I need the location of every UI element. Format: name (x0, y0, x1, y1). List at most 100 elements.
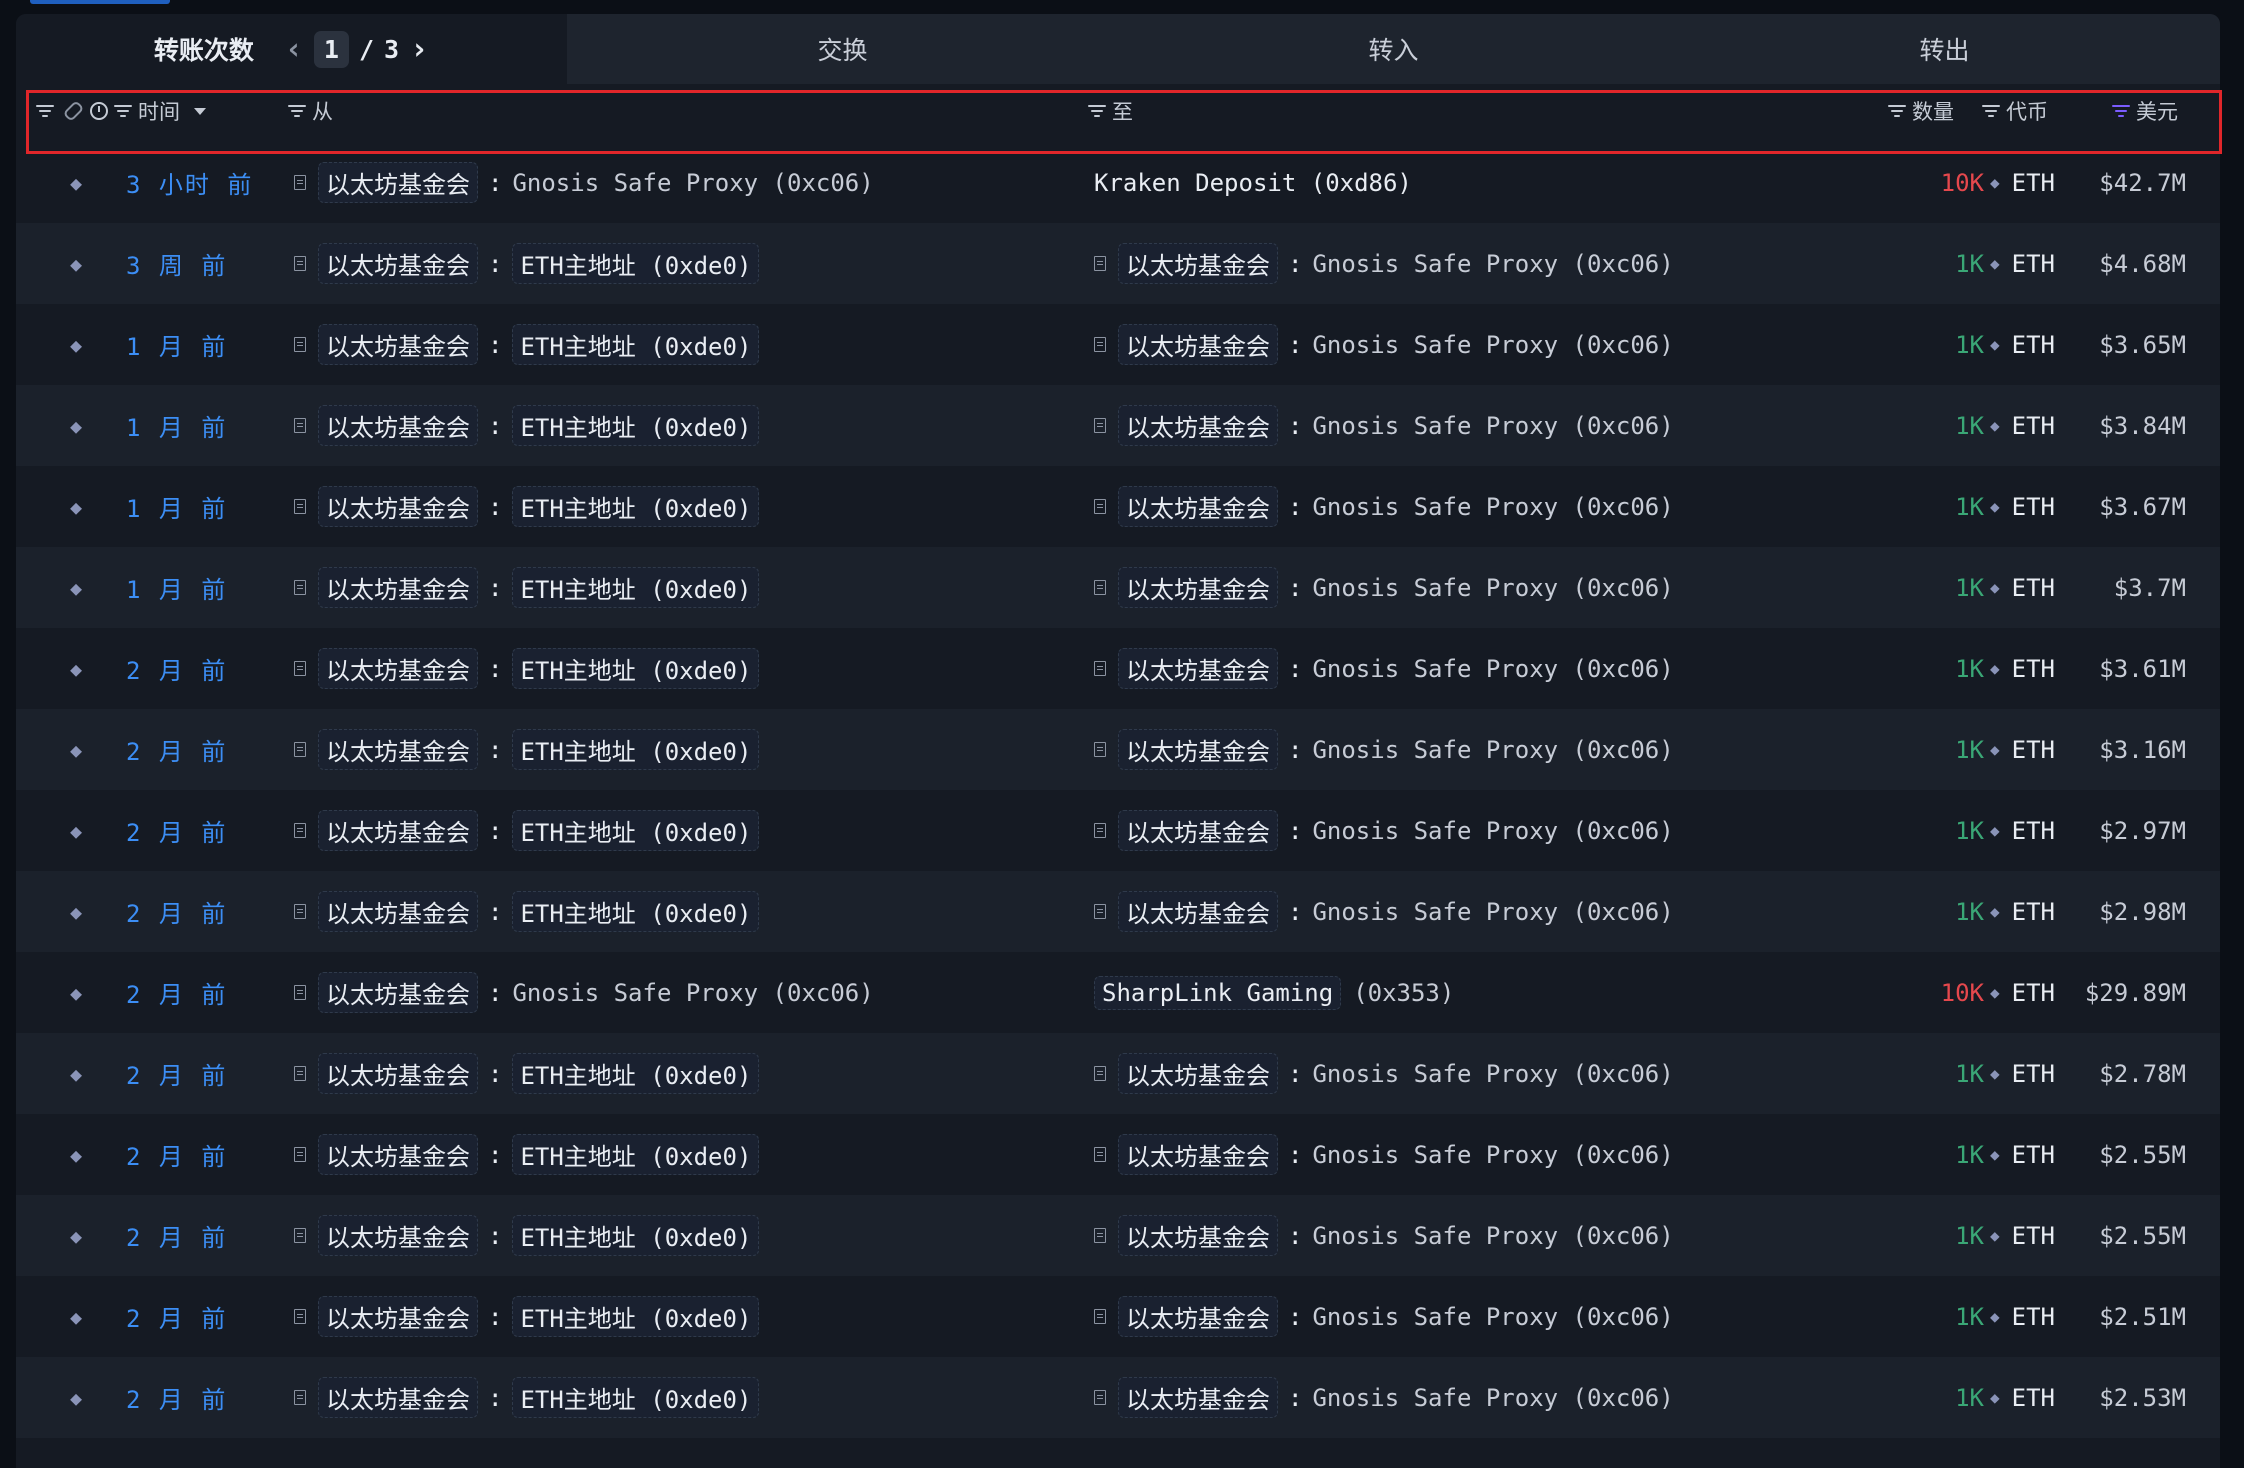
from-entity[interactable]: 以太坊基金会 (318, 1053, 478, 1094)
from-address[interactable]: ETH主地址 (0xde0) (512, 729, 760, 770)
from-address[interactable]: ETH主地址 (0xde0) (512, 1215, 760, 1256)
table-row[interactable]: ◆ 3 小时 前 以太坊基金会: Gnosis Safe Proxy (0xc06) K… (16, 142, 2220, 223)
from-address[interactable]: ETH主地址 (0xde0) (512, 1134, 760, 1175)
to-address[interactable]: Gnosis Safe Proxy (0xc06) (1312, 655, 1673, 683)
from-entity[interactable]: 以太坊基金会 (318, 891, 478, 932)
token-cell[interactable]: ◆ ETH (1990, 628, 2055, 709)
to-address[interactable]: Gnosis Safe Proxy (0xc06) (1312, 412, 1673, 440)
to-address[interactable]: Gnosis Safe Proxy (0xc06) (1312, 493, 1673, 521)
to-address[interactable]: Gnosis Safe Proxy (0xc06) (1312, 574, 1673, 602)
filter-icon[interactable] (288, 104, 306, 118)
time-ago[interactable]: 1 月 前 (126, 547, 227, 628)
time-ago[interactable]: 2 月 前 (126, 871, 227, 952)
from-address[interactable]: ETH主地址 (0xde0) (512, 1053, 760, 1094)
tab-outflow[interactable]: 转出 (1669, 14, 2220, 84)
from-entity[interactable]: 以太坊基金会 (318, 972, 478, 1013)
time-ago[interactable]: 3 小时 前 (126, 142, 253, 223)
table-row[interactable]: ◆ 2 月 前 以太坊基金会: ETH主地址 (0xde0) 以太坊基金会: Gnosis… (16, 1114, 2220, 1195)
from-address[interactable]: ETH主地址 (0xde0) (512, 405, 760, 446)
from-address[interactable]: ETH主地址 (0xde0) (512, 1296, 760, 1337)
token-cell[interactable]: ◆ ETH (1990, 1195, 2055, 1276)
table-row[interactable]: ◆ 2 月 前 以太坊基金会: Gnosis Safe Proxy (0xc06) Sh… (16, 952, 2220, 1033)
tab-swap[interactable]: 交换 (567, 14, 1118, 84)
token-cell[interactable]: ◆ ETH (1990, 1276, 2055, 1357)
token-cell[interactable]: ◆ ETH (1990, 223, 2055, 304)
from-address[interactable]: Gnosis Safe Proxy (0xc06) (512, 169, 873, 197)
to-address[interactable]: Gnosis Safe Proxy (0xc06) (1312, 1060, 1673, 1088)
from-address[interactable]: ETH主地址 (0xde0) (512, 891, 760, 932)
token-cell[interactable]: ◆ ETH (1990, 790, 2055, 871)
time-ago[interactable]: 2 月 前 (126, 628, 227, 709)
table-row[interactable]: ◆ 2 月 前 以太坊基金会: ETH主地址 (0xde0) 以太坊基金会: Gnosis… (16, 871, 2220, 952)
to-entity[interactable]: 以太坊基金会 (1118, 1053, 1278, 1094)
sort-caret-icon[interactable] (194, 107, 206, 115)
header-usd[interactable]: 美元 (2112, 96, 2178, 126)
from-entity[interactable]: 以太坊基金会 (318, 162, 478, 203)
from-entity[interactable]: 以太坊基金会 (318, 1377, 478, 1418)
time-ago[interactable]: 2 月 前 (126, 1114, 227, 1195)
token-cell[interactable]: ◆ ETH (1990, 952, 2055, 1033)
header-to[interactable]: 至 (1088, 96, 1133, 126)
to-entity[interactable]: 以太坊基金会 (1118, 486, 1278, 527)
filter-icon[interactable] (1888, 104, 1906, 118)
filter-icon[interactable] (36, 104, 54, 118)
to-entity[interactable]: 以太坊基金会 (1118, 648, 1278, 689)
table-row[interactable]: ◆ 1 月 前 以太坊基金会: ETH主地址 (0xde0) 以太坊基金会: Gnosis… (16, 466, 2220, 547)
to-address[interactable]: Kraken Deposit (0xd86) (1094, 169, 1412, 197)
to-address[interactable]: Gnosis Safe Proxy (0xc06) (1312, 817, 1673, 845)
time-ago[interactable]: 2 月 前 (126, 1195, 227, 1276)
table-row[interactable]: ◆ 2 月 前 以太坊基金会: ETH主地址 (0xde0) 以太坊基金会: Gnosis… (16, 1357, 2220, 1438)
from-entity[interactable]: 以太坊基金会 (318, 1134, 478, 1175)
table-row[interactable]: ◆ 1 月 前 以太坊基金会: ETH主地址 (0xde0) 以太坊基金会: Gnosis… (16, 304, 2220, 385)
from-address[interactable]: Gnosis Safe Proxy (0xc06) (512, 979, 873, 1007)
from-entity[interactable]: 以太坊基金会 (318, 648, 478, 689)
to-address[interactable]: Gnosis Safe Proxy (0xc06) (1312, 1222, 1673, 1250)
tab-inflow[interactable]: 转入 (1118, 14, 1669, 84)
token-cell[interactable]: ◆ ETH (1990, 547, 2055, 628)
from-address[interactable]: ETH主地址 (0xde0) (512, 567, 760, 608)
page-current[interactable]: 1 (313, 30, 349, 68)
filter-icon[interactable] (1088, 104, 1106, 118)
to-entity[interactable]: 以太坊基金会 (1118, 729, 1278, 770)
token-cell[interactable]: ◆ ETH (1990, 466, 2055, 547)
header-filter-link[interactable] (36, 96, 85, 126)
table-row[interactable]: ◆ 2 月 前 以太坊基金会: ETH主地址 (0xde0) 以太坊基金会: Gnosis… (16, 1276, 2220, 1357)
time-ago[interactable]: 2 月 前 (126, 1357, 227, 1438)
token-cell[interactable]: ◆ ETH (1990, 709, 2055, 790)
from-entity[interactable]: 以太坊基金会 (318, 1215, 478, 1256)
filter-icon[interactable] (2112, 104, 2130, 118)
table-row[interactable]: ◆ 2 月 前 以太坊基金会: ETH主地址 (0xde0) 以太坊基金会: Gnosis… (16, 628, 2220, 709)
to-entity[interactable]: 以太坊基金会 (1118, 1377, 1278, 1418)
to-entity[interactable]: 以太坊基金会 (1118, 243, 1278, 284)
from-address[interactable]: ETH主地址 (0xde0) (512, 324, 760, 365)
time-ago[interactable]: 1 月 前 (126, 385, 227, 466)
to-address[interactable]: Gnosis Safe Proxy (0xc06) (1312, 331, 1673, 359)
tab-transfers[interactable]: 转账次数 ‹ 1 / 3 › (16, 14, 567, 84)
from-entity[interactable]: 以太坊基金会 (318, 1296, 478, 1337)
to-entity[interactable]: 以太坊基金会 (1118, 1296, 1278, 1337)
time-ago[interactable]: 1 月 前 (126, 304, 227, 385)
time-ago[interactable]: 2 月 前 (126, 1276, 227, 1357)
time-ago[interactable]: 1 月 前 (126, 466, 227, 547)
from-address[interactable]: ETH主地址 (0xde0) (512, 648, 760, 689)
to-address[interactable]: Gnosis Safe Proxy (0xc06) (1312, 1303, 1673, 1331)
token-cell[interactable]: ◆ ETH (1990, 1033, 2055, 1114)
table-row[interactable]: ◆ 1 月 前 以太坊基金会: ETH主地址 (0xde0) 以太坊基金会: Gnosis… (16, 547, 2220, 628)
time-ago[interactable]: 2 月 前 (126, 790, 227, 871)
from-entity[interactable]: 以太坊基金会 (318, 324, 478, 365)
table-row[interactable]: ◆ 2 月 前 以太坊基金会: ETH主地址 (0xde0) 以太坊基金会: Gnosis… (16, 1033, 2220, 1114)
to-address[interactable]: Gnosis Safe Proxy (0xc06) (1312, 250, 1673, 278)
time-ago[interactable]: 3 周 前 (126, 223, 227, 304)
token-cell[interactable]: ◆ ETH (1990, 385, 2055, 466)
to-address[interactable]: Gnosis Safe Proxy (0xc06) (1312, 1141, 1673, 1169)
token-cell[interactable]: ◆ ETH (1990, 871, 2055, 952)
filter-icon[interactable] (1982, 104, 2000, 118)
header-quantity[interactable]: 数量 (1888, 96, 1954, 126)
from-entity[interactable]: 以太坊基金会 (318, 567, 478, 608)
to-address[interactable]: Gnosis Safe Proxy (0xc06) (1312, 1384, 1673, 1412)
from-entity[interactable]: 以太坊基金会 (318, 486, 478, 527)
header-token[interactable]: 代币 (1982, 96, 2048, 126)
from-address[interactable]: ETH主地址 (0xde0) (512, 243, 760, 284)
table-row[interactable]: ◆ 2 月 前 以太坊基金会: ETH主地址 (0xde0) 以太坊基金会: Gnosis… (16, 790, 2220, 871)
link-icon[interactable] (62, 100, 85, 122)
